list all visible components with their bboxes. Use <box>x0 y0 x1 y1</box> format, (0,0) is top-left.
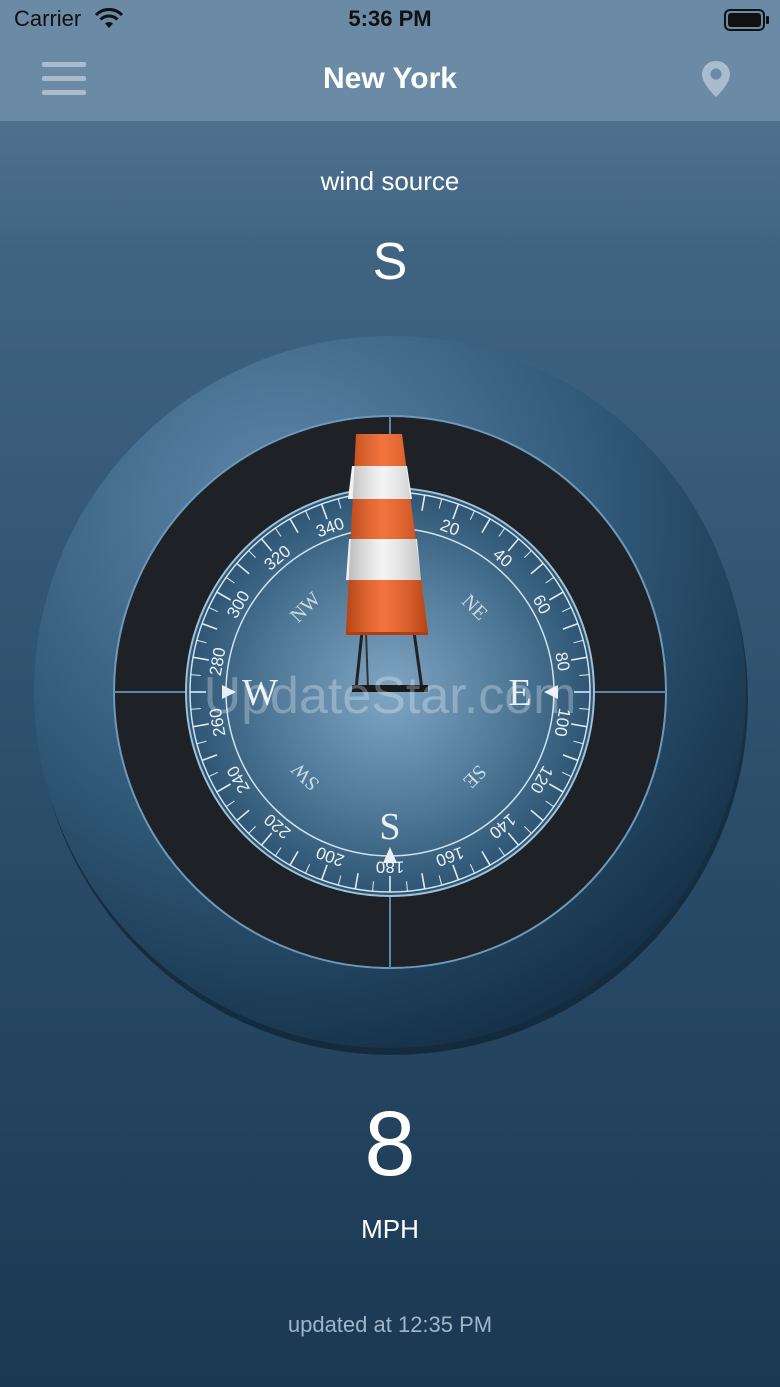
wind-source-label: wind source <box>320 166 460 196</box>
wind-speed-unit: MPH <box>361 1214 419 1244</box>
map-pin-icon[interactable] <box>700 60 732 98</box>
page-title: New York <box>323 62 457 95</box>
status-time: 5:36 PM <box>348 6 432 31</box>
cardinal-south: S <box>379 806 400 848</box>
wind-direction: S <box>372 233 408 291</box>
compass-dial: 2040608010012014016018020022024026028030… <box>34 336 748 1055</box>
watermark-text: UpdateStar.com <box>204 667 577 725</box>
nav-bar: New York <box>0 44 780 122</box>
wind-speed-value: 8 <box>364 1093 416 1195</box>
status-bar: Carrier 5:36 PM <box>0 0 780 44</box>
updated-timestamp: updated at 12:35 PM <box>287 1312 493 1337</box>
battery-icon <box>724 9 769 31</box>
